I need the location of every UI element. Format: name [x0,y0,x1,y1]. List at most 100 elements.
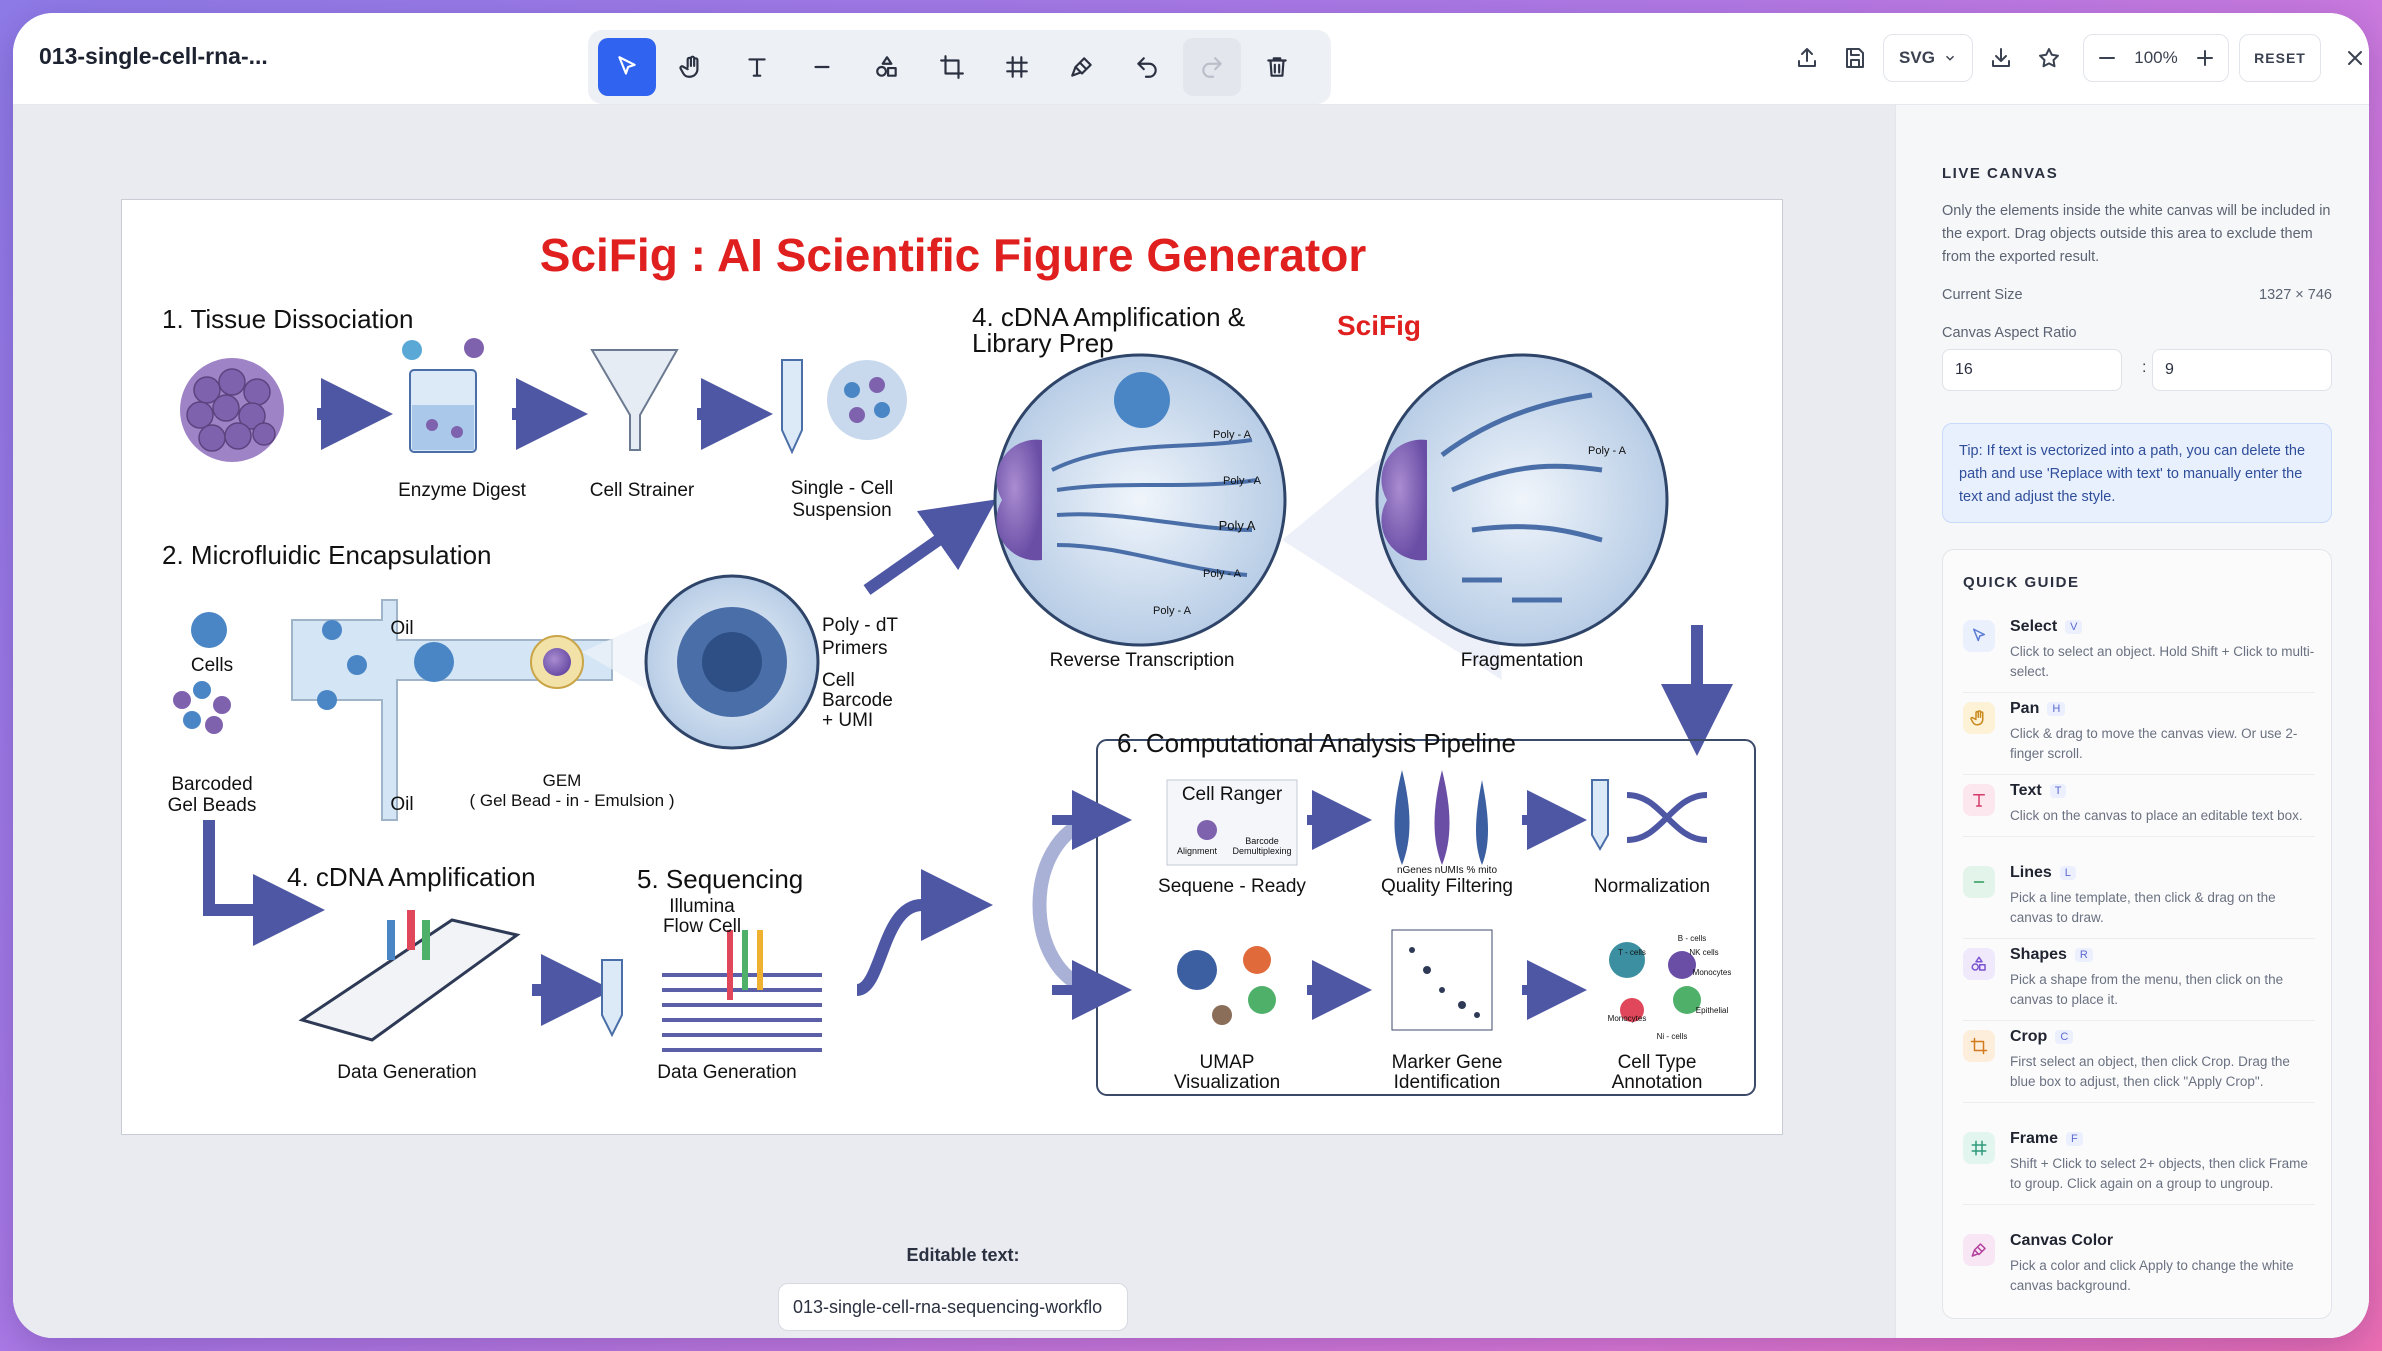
label-suspension[interactable]: Suspension [762,500,922,522]
label-epithelial[interactable]: Epithelial [1682,1000,1742,1022]
undo-button[interactable] [1118,38,1176,96]
label-marker-2[interactable]: Identification [1362,1072,1532,1094]
label-illumina-2[interactable]: Flow Cell [642,916,762,938]
strainer-illustration [590,349,679,451]
guide-item-lines: Lines L Pick a line template, then click &… [1963,864,2315,939]
label-annot-2[interactable]: Annotation [1572,1072,1742,1094]
label-gem[interactable]: GEM [512,770,612,792]
guide-item-name: Select [2010,618,2058,635]
pipeline-split [1032,813,1095,997]
guide-item-text: Shapes R Pick a shape from the menu, then … [2010,946,2315,1010]
label-polydt-1[interactable]: Poly - dT [822,615,942,637]
label-umap-1[interactable]: UMAP [1152,1052,1302,1074]
label-enzyme[interactable]: Enzyme Digest [372,480,552,502]
label-polya-5[interactable]: Poly - A [1142,600,1202,622]
guide-item-description: Click on the canvas to place an editable… [2010,808,2303,823]
label-marker-1[interactable]: Marker Gene [1362,1052,1532,1074]
zoom-control: 100% [2083,34,2229,82]
label-nicells[interactable]: Ni - cells [1642,1026,1702,1048]
label-barcode-1[interactable]: Cell [822,670,942,692]
crop-icon [940,55,964,79]
label-beads-1[interactable]: Barcoded [152,774,272,796]
select-tool[interactable] [598,38,656,96]
label-single-cell[interactable]: Single - Cell [762,478,922,500]
guide-item-shortcut: L [2059,865,2076,880]
crop-tool[interactable] [923,38,981,96]
label-datagen-2[interactable]: Data Generation [622,1062,832,1084]
label-monocytes-1[interactable]: Monocytes [1677,962,1747,984]
chevron-down-icon [1945,55,1954,61]
label-frag[interactable]: Fragmentation [1422,650,1622,672]
label-tcells[interactable]: T - cells [1602,942,1662,964]
tissue-illustration [180,358,284,462]
label-annot-1[interactable]: Cell Type [1572,1052,1742,1074]
label-polya-3[interactable]: Poly A [1207,515,1267,537]
close-button[interactable] [2331,34,2369,82]
label-cellranger[interactable]: Cell Ranger [1172,784,1292,806]
guide-item-name: Pan [2010,700,2040,717]
label-beads-2[interactable]: Gel Beads [152,795,272,817]
label-polya-2[interactable]: Poly - A [1212,470,1272,492]
label-polya-1[interactable]: Poly - A [1202,424,1262,446]
guide-item-description: Pick a color and click Apply to change t… [2010,1258,2294,1293]
scifig-brand[interactable]: SciFig [1337,310,1421,342]
label-seqready[interactable]: Sequene - Ready [1142,876,1322,898]
section-4-heading[interactable]: 4. cDNA Amplification [287,862,536,893]
flowcell-slide [298,910,521,1042]
zoom-out-button[interactable] [2084,34,2130,82]
label-nkcells[interactable]: NK cells [1674,942,1734,964]
white-canvas[interactable]: SciFig : AI Scientific Figure Generator [121,199,1783,1135]
download-button[interactable] [1977,34,2025,82]
redo-button[interactable] [1183,38,1241,96]
share-button[interactable] [1783,34,1831,82]
label-umap-2[interactable]: Visualization [1152,1072,1302,1094]
redo-icon [1202,57,1222,78]
umap-plot [1177,946,1276,1025]
label-gem-desc[interactable]: ( Gel Bead - in - Emulsion ) [442,790,702,812]
label-barcode-3[interactable]: + UMI [822,710,942,732]
export-format-select[interactable]: SVG [1883,34,1973,82]
shapes-tool[interactable] [858,38,916,96]
app-window: 013-single-cell-rna-... SVG 100% RESET S… [13,13,2369,1338]
label-oil-bottom[interactable]: Oil [382,794,422,816]
label-barcode-2[interactable]: Barcode [822,690,942,712]
section-5-heading[interactable]: 5. Sequencing [637,864,803,895]
favorite-button[interactable] [2025,34,2073,82]
label-illumina-1[interactable]: Illumina [642,896,762,918]
editable-text-input[interactable]: 013-single-cell-rna-sequencing-workflo [778,1283,1128,1331]
label-oil-top[interactable]: Oil [382,618,422,640]
label-norm[interactable]: Normalization [1562,876,1742,898]
canvas-color-tool[interactable] [1053,38,1111,96]
file-title[interactable]: 013-single-cell-rna-... [39,43,268,70]
section-3-heading[interactable]: 4. cDNA Amplification & Library Prep [972,304,1272,356]
section-1-heading[interactable]: 1. Tissue Dissociation [162,304,413,335]
label-polya-4[interactable]: Poly - A [1192,563,1252,585]
hand-icon [1963,702,1995,734]
section-6-heading[interactable]: 6. Computational Analysis Pipeline [1117,728,1516,759]
pan-tool[interactable] [663,38,721,96]
label-barcode-demux-1[interactable]: Barcode [1222,836,1302,846]
frame-tool[interactable] [988,38,1046,96]
guide-item-description: Click to select an object. Hold Shift + … [2010,644,2315,679]
shapes-icon [876,56,897,77]
guide-item-text: Pan H Click & drag to move the canvas view… [2010,700,2315,764]
label-rt[interactable]: Reverse Transcription [1022,650,1262,672]
label-polydt-2[interactable]: Primers [822,638,942,660]
aspect-height-input[interactable]: 9 [2152,349,2332,391]
section-2-heading[interactable]: 2. Microfluidic Encapsulation [162,540,492,571]
zoom-in-button[interactable] [2182,34,2228,82]
canvas-stage[interactable]: SciFig : AI Scientific Figure Generator [13,105,1895,1338]
reset-zoom-button[interactable]: RESET [2239,34,2321,82]
label-cells[interactable]: Cells [172,655,252,677]
aspect-width-input[interactable]: 16 [1942,349,2122,391]
label-barcode-demux-2[interactable]: Demultiplexing [1222,846,1302,856]
label-polya-6[interactable]: Poly - A [1577,440,1637,462]
save-button[interactable] [1831,34,1879,82]
text-tool[interactable] [728,38,786,96]
label-datagen-1[interactable]: Data Generation [302,1062,512,1084]
label-qc[interactable]: Quality Filtering [1362,876,1532,898]
line-tool[interactable] [793,38,851,96]
delete-button[interactable] [1248,38,1306,96]
guide-item-crop: Crop C First select an object, then click … [1963,1028,2315,1103]
label-strainer[interactable]: Cell Strainer [562,480,722,502]
